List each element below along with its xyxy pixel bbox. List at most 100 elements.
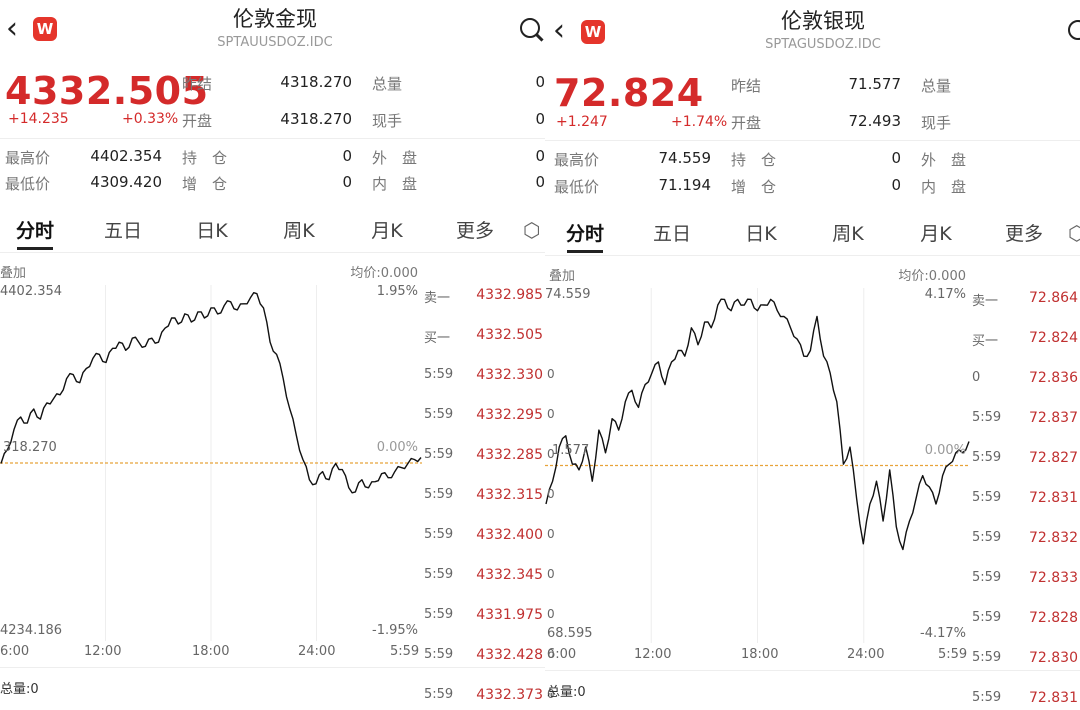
x-label-24: 24:00 <box>847 647 885 662</box>
order-book-label: 5:59 <box>972 410 1002 425</box>
order-book-label: 5:59 <box>424 647 454 662</box>
total-volume: 总量:0 <box>547 685 586 700</box>
tab-daily-k[interactable]: 日K <box>177 216 247 243</box>
hold-label: 持 仓 <box>182 149 228 167</box>
prev-close-value: 71.577 <box>848 75 902 93</box>
price-change: +14.235 <box>8 111 69 127</box>
x-label-end: 5:59 <box>938 647 968 662</box>
order-book-label: 5:59 <box>972 570 1002 585</box>
order-book-label: 5:59 <box>424 487 454 502</box>
last-price: 72.824 <box>554 71 704 115</box>
intraday-chart[interactable] <box>545 288 970 643</box>
current-hand-label: 现手 <box>921 114 952 132</box>
tab-five-day[interactable]: 五日 <box>637 219 707 246</box>
order-book-value: 72.836 <box>1029 370 1078 386</box>
price-change-pct: +0.33% <box>122 111 179 127</box>
left-tick-label: 0 <box>547 487 555 501</box>
tab-weekly-k[interactable]: 周K <box>264 216 334 243</box>
order-book-value: 4331.975 <box>476 607 543 623</box>
back-chevron-left-icon[interactable]: ‹ <box>6 14 18 44</box>
back-chevron-left-icon[interactable]: ‹ <box>553 16 565 46</box>
page-title: 伦敦金现 <box>233 7 317 31</box>
order-book-value: 4332.315 <box>476 487 543 503</box>
left-tick-label: 0 <box>547 567 555 581</box>
tab-daily-k[interactable]: 日K <box>726 219 796 246</box>
order-book-value: 4332.428 <box>476 647 543 663</box>
x-label-12: 12:00 <box>84 644 122 659</box>
order-book-label: 5:59 <box>972 610 1002 625</box>
order-book-value: 4332.285 <box>476 447 543 463</box>
tab-active-indicator <box>17 247 53 250</box>
order-book-label: 5:59 <box>424 607 454 622</box>
w-logo-icon: W <box>581 20 605 44</box>
order-book-value: 72.828 <box>1029 610 1078 626</box>
low-label: 最低价 <box>554 178 600 196</box>
order-book-label: 5:59 <box>424 687 454 702</box>
add-value: 0 <box>891 176 901 194</box>
avg-price: 均价:0.000 <box>350 266 418 281</box>
outer-label: 外 盘 <box>921 151 967 169</box>
tab-weekly-k[interactable]: 周K <box>813 219 883 246</box>
current-hand-value: 0 <box>535 110 545 128</box>
high-label: 最高价 <box>5 149 51 167</box>
total-volume: 总量:0 <box>0 682 39 697</box>
tab-intraday[interactable]: 分时 <box>550 219 620 246</box>
order-book-value: 72.837 <box>1029 410 1078 426</box>
order-book-label: 5:59 <box>424 447 454 462</box>
y-min-label: 4234.186 <box>0 623 63 638</box>
tab-monthly-k[interactable]: 月K <box>352 216 422 243</box>
overlay-button[interactable]: 叠加 <box>0 262 26 281</box>
w-logo-icon: W <box>33 17 57 41</box>
order-book-value: 4332.345 <box>476 567 543 583</box>
hexagon-settings-icon[interactable]: ⬡ <box>523 218 540 242</box>
order-book-label: 5:59 <box>972 650 1002 665</box>
x-label-12: 12:00 <box>634 647 672 662</box>
tab-more[interactable]: 更多 <box>989 219 1059 246</box>
avg-price: 均价:0.000 <box>898 269 966 284</box>
order-book-label: 买一 <box>972 334 999 349</box>
current-hand-label: 现手 <box>372 112 403 130</box>
price-change-pct: +1.74% <box>671 114 728 130</box>
order-book-value: 4332.295 <box>476 407 543 423</box>
x-label-start: 6:00 <box>547 647 577 662</box>
search-icon[interactable] <box>520 18 540 38</box>
tab-five-day[interactable]: 五日 <box>88 216 158 243</box>
prev-close-value: 4318.270 <box>280 73 352 91</box>
low-label: 最低价 <box>5 175 51 193</box>
high-value: 74.559 <box>658 149 712 167</box>
left-tick-label: 0 <box>547 407 555 421</box>
symbol-code: SPTAUUSDOZ.IDC <box>217 35 333 50</box>
open-label: 开盘 <box>182 112 213 130</box>
order-book-label: 5:59 <box>424 367 454 382</box>
order-book-label: 0 <box>972 370 981 385</box>
left-tick-label: 0 <box>547 607 555 621</box>
x-label-18: 18:00 <box>192 644 230 659</box>
high-label: 最高价 <box>554 151 600 169</box>
volume-label: 总量 <box>372 75 403 93</box>
volume-value: 0 <box>535 73 545 91</box>
high-value: 4402.354 <box>90 147 162 165</box>
order-book-label: 5:59 <box>972 490 1002 505</box>
search-icon[interactable] <box>1068 20 1080 40</box>
order-book-label: 卖一 <box>972 294 999 309</box>
order-book-label: 5:59 <box>424 407 454 422</box>
tab-more[interactable]: 更多 <box>440 216 510 243</box>
add-label: 增 仓 <box>731 178 777 196</box>
hold-value: 0 <box>342 147 352 165</box>
pct-top-label: 1.95% <box>376 284 418 299</box>
tab-intraday[interactable]: 分时 <box>0 216 70 243</box>
left-tick-column: 000000000 <box>547 285 561 701</box>
y-max-label: 4402.354 <box>0 284 63 299</box>
left-tick-label: 0 <box>547 447 555 461</box>
overlay-button[interactable]: 叠加 <box>549 265 575 284</box>
hexagon-settings-icon[interactable]: ⬡ <box>1068 221 1080 245</box>
pct-bottom-label: -4.17% <box>920 626 966 641</box>
low-value: 4309.420 <box>90 173 162 191</box>
tab-active-indicator <box>567 250 603 253</box>
page-title: 伦敦银现 <box>781 9 865 33</box>
order-book: 卖一 4332.985 买一 4332.505 5:59 4332.330 5:59 4332… <box>424 285 545 710</box>
intraday-chart[interactable] <box>0 285 422 641</box>
order-book-value: 72.827 <box>1029 450 1078 466</box>
hold-value: 0 <box>891 149 901 167</box>
tab-monthly-k[interactable]: 月K <box>901 219 971 246</box>
